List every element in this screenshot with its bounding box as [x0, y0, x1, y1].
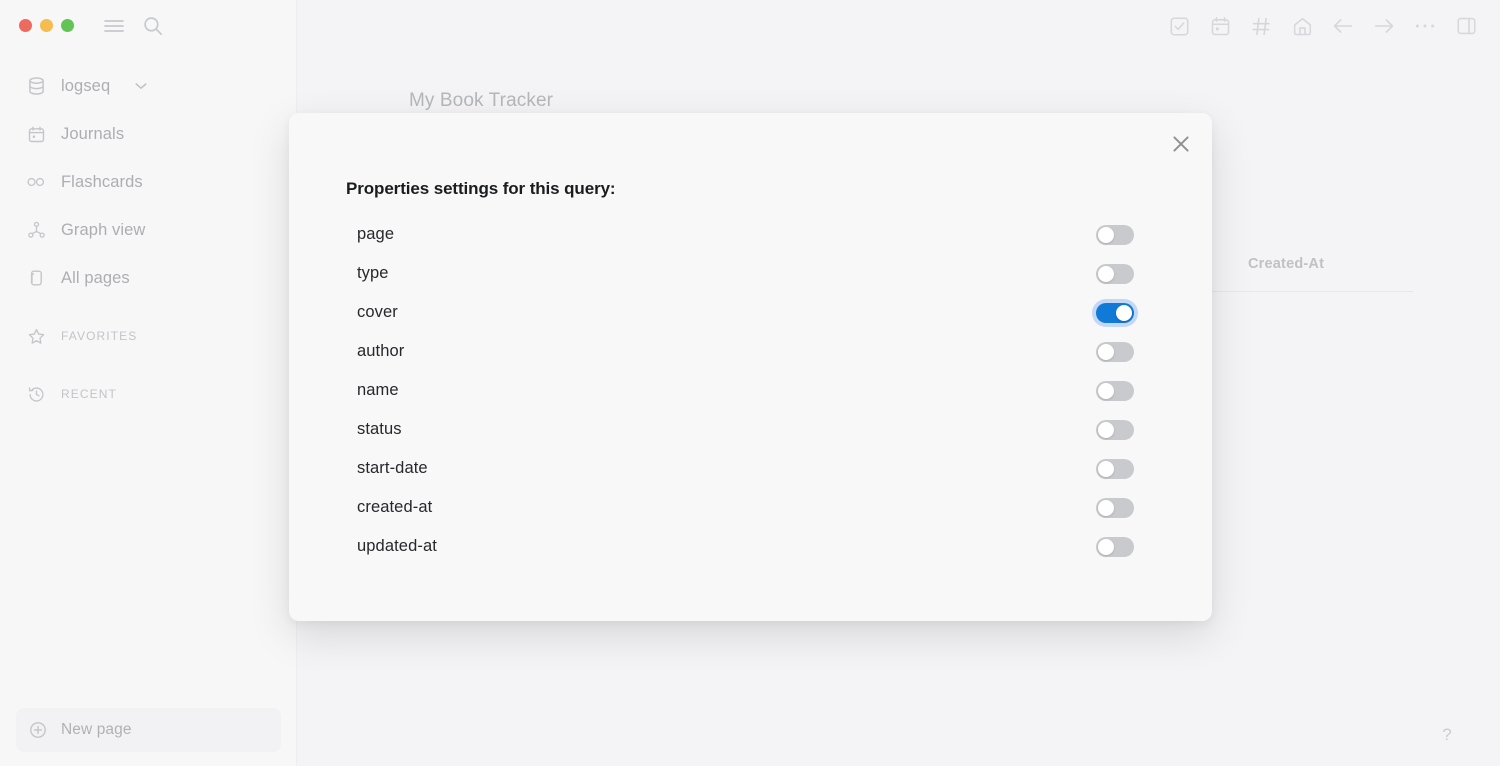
- pages-icon: [27, 269, 45, 287]
- hash-icon[interactable]: [1249, 14, 1273, 38]
- sidebar-item-label: Graph view: [61, 220, 146, 239]
- property-toggle[interactable]: [1096, 224, 1134, 245]
- property-toggle[interactable]: [1096, 419, 1134, 440]
- property-label: type: [357, 264, 389, 282]
- property-row: start-date: [346, 449, 1146, 488]
- sidebar-section-label: FAVORITES: [61, 329, 138, 343]
- arrow-left-icon[interactable]: [1331, 14, 1355, 38]
- star-icon: [27, 327, 45, 345]
- arrow-right-icon[interactable]: [1372, 14, 1396, 38]
- sidebar-item-label: Flashcards: [61, 172, 143, 191]
- modal-title: Properties settings for this query:: [346, 179, 616, 198]
- toggle-knob: [1098, 538, 1114, 555]
- toggle-knob: [1098, 226, 1114, 243]
- property-label: author: [357, 342, 405, 360]
- property-toggle[interactable]: [1096, 536, 1134, 557]
- sidebar-nav: logseq Journals Flashcards Graph view Al…: [0, 62, 297, 418]
- window-close-button[interactable]: [19, 19, 32, 32]
- property-label: cover: [357, 303, 398, 321]
- toggle-knob: [1098, 460, 1114, 477]
- property-row: created-at: [346, 488, 1146, 527]
- database-icon: [27, 77, 45, 95]
- property-toggle[interactable]: [1096, 497, 1134, 518]
- property-toggle[interactable]: [1096, 458, 1134, 479]
- properties-settings-modal: Properties settings for this query: page…: [289, 113, 1212, 621]
- right-sidebar-icon[interactable]: [1454, 14, 1478, 38]
- property-row: name: [346, 371, 1146, 410]
- property-row: page: [346, 215, 1146, 254]
- chevron-down-icon[interactable]: [135, 82, 147, 90]
- toggle-knob: [1116, 304, 1132, 321]
- toggle-knob: [1098, 499, 1114, 516]
- property-row: updated-at: [346, 527, 1146, 566]
- sidebar-item-all-pages[interactable]: All pages: [0, 254, 297, 302]
- app-window: logseq Journals Flashcards Graph view Al…: [0, 0, 1500, 766]
- calendar-icon: [27, 125, 45, 143]
- window-minimize-button[interactable]: [40, 19, 53, 32]
- property-label: status: [357, 420, 402, 438]
- toggle-knob: [1098, 343, 1114, 360]
- sidebar-item-label: Journals: [61, 124, 125, 143]
- hamburger-icon[interactable]: [103, 17, 125, 35]
- left-sidebar: logseq Journals Flashcards Graph view Al…: [0, 0, 297, 766]
- sidebar-item-favorites[interactable]: FAVORITES: [0, 312, 297, 360]
- property-label: updated-at: [357, 537, 437, 555]
- new-page-button[interactable]: New page: [16, 708, 281, 752]
- window-traffic-lights: [19, 19, 74, 32]
- tasks-icon[interactable]: [1167, 14, 1191, 38]
- sidebar-section-label: RECENT: [61, 387, 117, 401]
- page-title: My Book Tracker: [409, 90, 554, 111]
- sidebar-item-recent[interactable]: RECENT: [0, 370, 297, 418]
- sidebar-item-repo[interactable]: logseq: [0, 62, 297, 110]
- plus-circle-icon: [29, 721, 47, 739]
- infinity-icon: [27, 173, 45, 191]
- search-icon[interactable]: [142, 16, 164, 36]
- property-row: author: [346, 332, 1146, 371]
- property-label: page: [357, 225, 395, 243]
- sidebar-item-label: All pages: [61, 268, 130, 287]
- table-header-divider: [1195, 291, 1413, 292]
- sidebar-repo-label: logseq: [61, 76, 111, 95]
- table-column-header-created-at: Created-At: [1248, 256, 1325, 272]
- help-button[interactable]: ?: [1434, 722, 1460, 748]
- property-row: status: [346, 410, 1146, 449]
- property-toggle[interactable]: [1096, 302, 1134, 323]
- property-label: name: [357, 381, 399, 399]
- sidebar-item-graph-view[interactable]: Graph view: [0, 206, 297, 254]
- new-page-label: New page: [61, 721, 132, 738]
- clock-icon: [27, 385, 45, 403]
- property-toggle[interactable]: [1096, 380, 1134, 401]
- calendar-icon[interactable]: [1208, 14, 1232, 38]
- ellipsis-icon[interactable]: [1413, 14, 1437, 38]
- top-toolbar: [1167, 14, 1478, 38]
- toggle-knob: [1098, 421, 1114, 438]
- property-row: cover: [346, 293, 1146, 332]
- property-toggle[interactable]: [1096, 341, 1134, 362]
- property-label: created-at: [357, 498, 433, 516]
- property-label: start-date: [357, 459, 428, 477]
- window-maximize-button[interactable]: [61, 19, 74, 32]
- graph-icon: [27, 221, 45, 239]
- sidebar-item-journals[interactable]: Journals: [0, 110, 297, 158]
- toggle-knob: [1098, 265, 1114, 282]
- toggle-knob: [1098, 382, 1114, 399]
- close-icon[interactable]: [1164, 127, 1198, 161]
- property-row: type: [346, 254, 1146, 293]
- property-toggle[interactable]: [1096, 263, 1134, 284]
- properties-list: page type cover author name status start-date c…: [346, 215, 1146, 566]
- sidebar-item-flashcards[interactable]: Flashcards: [0, 158, 297, 206]
- home-icon[interactable]: [1290, 14, 1314, 38]
